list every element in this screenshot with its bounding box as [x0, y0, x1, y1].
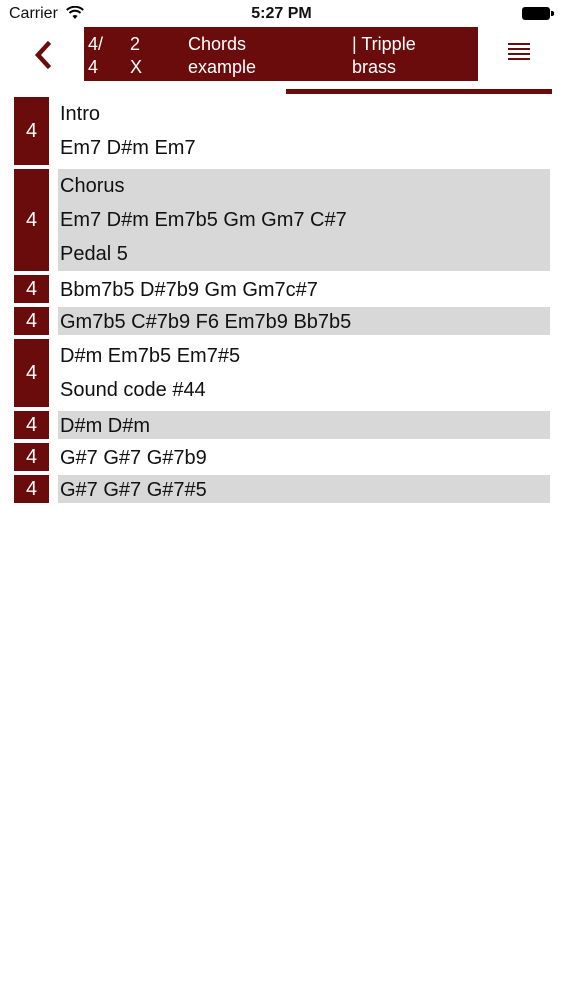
beat-count-badge: 4 — [14, 275, 49, 303]
chord-row[interactable]: 4 Bbm7b5 D#7b9 Gm Gm7c#7 — [14, 275, 550, 303]
time-sig-bottom: 4 — [88, 57, 99, 77]
chord-lines: Chorus Em7 D#m Em7b5 Gm Gm7 C#7 Pedal 5 — [58, 169, 550, 271]
song-style-line1: | Tripple — [352, 34, 416, 54]
chord-lines: Bbm7b5 D#7b9 Gm Gm7c#7 — [58, 275, 550, 303]
beat-count-badge: 4 — [14, 411, 49, 439]
chord-lines: D#m Em7b5 Em7#5 Sound code #44 — [58, 339, 550, 407]
chord-row[interactable]: 4 Intro Em7 D#m Em7 — [14, 97, 550, 165]
time-sig-top: 4/ — [88, 34, 104, 54]
beat-count-badge: 4 — [14, 97, 49, 165]
chord-line: Em7 D#m Em7 — [60, 137, 196, 159]
chord-line: Chorus — [60, 175, 125, 197]
chord-line: Gm7b5 C#7b9 F6 Em7b9 Bb7b5 — [60, 311, 352, 333]
chord-line: Em7 D#m Em7b5 Gm Gm7 C#7 — [60, 209, 347, 231]
beat-count-badge: 4 — [14, 475, 49, 503]
chord-lines: Gm7b5 C#7b9 F6 Em7b9 Bb7b5 — [58, 307, 550, 335]
back-chevron-icon[interactable] — [28, 38, 60, 72]
chord-line: Pedal 5 — [60, 243, 128, 265]
chord-line: G#7 G#7 G#7#5 — [60, 479, 207, 501]
chord-line: D#m D#m — [60, 415, 151, 437]
song-style-line2: brass — [352, 57, 397, 77]
beat-count-badge: 4 — [14, 307, 49, 335]
chord-lines: G#7 G#7 G#7b9 — [58, 443, 550, 471]
chord-row[interactable]: 4 G#7 G#7 G#7#5 — [14, 475, 550, 503]
song-title: Chords example — [188, 33, 256, 79]
song-title-line1: Chords — [188, 34, 247, 54]
chord-line: Sound code #44 — [60, 379, 206, 401]
chord-row[interactable]: 4 Chorus Em7 D#m Em7b5 Gm Gm7 C#7 Pedal 5 — [14, 169, 550, 271]
chord-line: D#m Em7b5 Em7#5 — [60, 345, 241, 367]
time-signature: 4/ 4 — [88, 33, 103, 79]
chord-row[interactable]: 4 G#7 G#7 G#7b9 — [14, 443, 550, 471]
progress-bar — [286, 89, 552, 94]
chord-row[interactable]: 4 Gm7b5 C#7b9 F6 Em7b9 Bb7b5 — [14, 307, 550, 335]
repeat-x: X — [130, 57, 143, 77]
chord-lines: D#m D#m — [58, 411, 550, 439]
status-time: 5:27 PM — [251, 5, 312, 22]
chord-lines: G#7 G#7 G#7#5 — [58, 475, 550, 503]
chord-list: 4 Intro Em7 D#m Em7 4 Chorus Em7 D#m Em7b5 Gm… — [14, 97, 550, 507]
chord-line: G#7 G#7 G#7b9 — [60, 447, 207, 469]
chord-row[interactable]: 4 D#m Em7b5 Em7#5 Sound code #44 — [14, 339, 550, 407]
repeat-number: 2 — [130, 34, 141, 54]
beat-count-badge: 4 — [14, 443, 49, 471]
status-bar: Carrier 5:27 PM — [0, 0, 563, 28]
beat-count-badge: 4 — [14, 339, 49, 407]
song-header[interactable]: 4/ 4 2 X Chords example | Tripple brass — [84, 27, 478, 81]
chord-lines: Intro Em7 D#m Em7 — [58, 97, 550, 165]
battery-tip — [551, 11, 554, 16]
song-style: | Tripple brass — [352, 33, 416, 79]
repeat-count: 2 X — [130, 33, 142, 79]
beat-count-badge: 4 — [14, 169, 49, 271]
chord-line: Bbm7b5 D#7b9 Gm Gm7c#7 — [60, 279, 318, 301]
battery-icon — [522, 7, 550, 20]
list-menu-icon[interactable] — [508, 43, 530, 63]
song-title-line2: example — [188, 57, 257, 77]
chord-row[interactable]: 4 D#m D#m — [14, 411, 550, 439]
chord-line: Intro — [60, 103, 101, 125]
